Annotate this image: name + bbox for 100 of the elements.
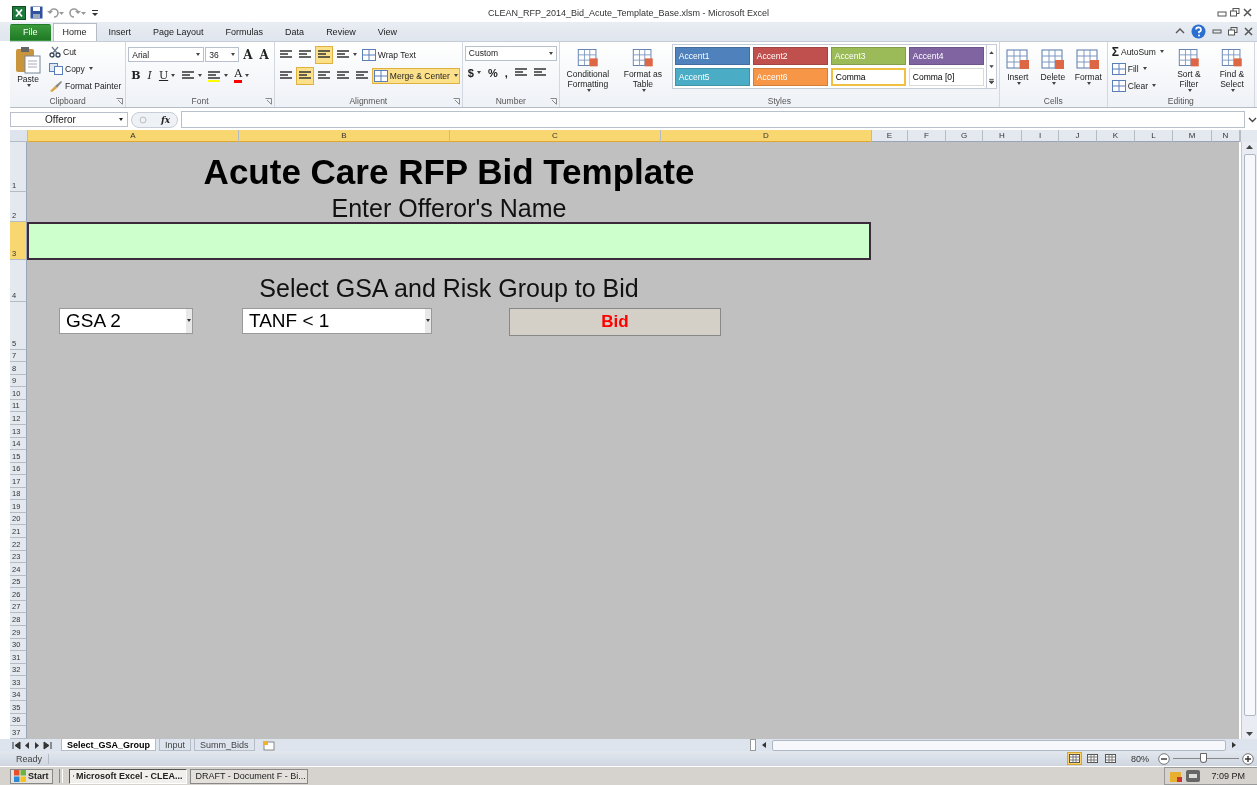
taskbar-item[interactable]: DRAFT - Document F - Bi... (189, 768, 308, 784)
column-header[interactable]: E (872, 129, 908, 142)
save-icon[interactable] (30, 6, 43, 20)
ribbon-tab[interactable]: Page Layout (143, 22, 214, 41)
glyph-button[interactable]: A (240, 45, 256, 64)
column-header[interactable]: N (1212, 129, 1240, 142)
glyph-button[interactable]: A (231, 66, 253, 85)
ribbon-button[interactable]: Insert (1001, 43, 1034, 94)
sheet-tab[interactable]: Input (159, 739, 192, 752)
column-header[interactable]: K (1097, 129, 1135, 142)
column-header[interactable]: I (1022, 129, 1059, 142)
ribbon-tab[interactable]: Home (52, 22, 97, 41)
sheet-tab[interactable]: Select_GSA_Group (61, 739, 157, 752)
ribbon-button[interactable]: Find & Select (1211, 43, 1252, 94)
ribbon-tab[interactable]: Insert (98, 22, 142, 41)
ribbon-button[interactable]: Copy (47, 60, 124, 77)
close-icon[interactable] (1243, 8, 1252, 18)
ribbon-button[interactable]: Sort & Filter (1168, 43, 1209, 94)
ribbon-button[interactable]: Conditional Formatting (561, 43, 614, 94)
cell-style[interactable]: Accent4 (908, 46, 984, 65)
clipboard-icon (15, 45, 41, 74)
column-header[interactable]: A (28, 129, 239, 142)
caret-icon (187, 319, 191, 323)
ribbon-button[interactable]: Wrap Text (359, 46, 418, 63)
slider-thumb[interactable] (1200, 753, 1207, 764)
dialog-launcher-icon[interactable] (452, 97, 460, 105)
column-header[interactable]: C (450, 129, 661, 142)
zoom-in-icon[interactable] (1242, 752, 1254, 765)
formula-input[interactable] (181, 111, 1245, 129)
ribbon-button[interactable]: Format as Table (616, 43, 669, 94)
start-button[interactable]: Start (10, 768, 53, 784)
dropdown[interactable]: GSA 2 (59, 307, 193, 334)
zoom-level-text[interactable]: 80% (1131, 753, 1149, 764)
cell-style[interactable]: Comma (830, 67, 906, 86)
ribbon-button[interactable]: Cut (47, 43, 124, 60)
column-header[interactable]: J (1059, 129, 1097, 142)
ribbon-tab[interactable]: Formulas (215, 22, 274, 41)
view-button[interactable] (1085, 752, 1100, 766)
close-icon[interactable] (1244, 26, 1253, 36)
glyph-button[interactable]: B (128, 66, 144, 85)
dropdown[interactable]: TANF < 1 (242, 307, 432, 334)
combo-box[interactable]: 36 (205, 47, 240, 63)
ribbon-button[interactable]: Merge & Center (371, 67, 460, 84)
cell-style[interactable]: Comma [0] (908, 67, 984, 86)
cell-style[interactable]: Accent2 (752, 46, 828, 65)
tray-app-icon[interactable] (1186, 770, 1200, 782)
glyph-button[interactable]: % (484, 63, 501, 82)
taskbar-item[interactable]: Microsoft Excel - CLEA... (68, 768, 187, 784)
ribbon-tab[interactable]: View (367, 22, 407, 41)
clock: 7:09 PM (1211, 771, 1245, 781)
glyph-button[interactable]: A (256, 45, 272, 64)
last-sheet-icon[interactable] (43, 740, 52, 750)
column-header[interactable]: G (946, 129, 983, 142)
first-sheet-icon[interactable] (12, 740, 21, 750)
view-button[interactable] (1067, 752, 1082, 766)
previous-sheet-icon[interactable] (23, 740, 31, 750)
collapse-ribbon-icon[interactable] (1175, 27, 1185, 36)
next-sheet-icon[interactable] (33, 740, 41, 750)
ribbon-button[interactable]: Delete (1036, 43, 1069, 94)
ribbon-button[interactable]: Clear (1109, 77, 1166, 94)
column-header[interactable]: F (908, 129, 946, 142)
lines-icon (207, 69, 222, 82)
cell-style[interactable]: Accent1 (674, 46, 750, 65)
ribbon-button[interactable]: Format (1071, 43, 1105, 94)
file-tab[interactable]: File (10, 23, 51, 41)
insert-function-button[interactable]: fx (160, 113, 172, 126)
dialog-launcher-icon[interactable] (116, 97, 124, 105)
zoom-out-icon[interactable] (1158, 752, 1170, 765)
help-icon[interactable] (1191, 23, 1206, 39)
column-header[interactable]: D (661, 129, 872, 142)
ribbon-button[interactable]: Σ AutoSum (1109, 43, 1166, 60)
icon-button[interactable] (314, 45, 333, 64)
glyph-button[interactable]: , (501, 63, 511, 82)
column-header[interactable]: L (1135, 129, 1173, 142)
customize-toolbar-icon[interactable] (91, 7, 99, 18)
vertical-scrollbar[interactable] (1241, 141, 1257, 740)
glyph-button[interactable]: U (155, 66, 179, 85)
ribbon-tab[interactable]: Data (275, 22, 315, 41)
zoom-slider[interactable] (1173, 753, 1239, 765)
dialog-launcher-icon[interactable] (264, 97, 272, 105)
view-button[interactable] (1103, 752, 1118, 766)
ribbon-button[interactable]: Format Painter (47, 77, 124, 94)
ribbon-tab[interactable]: Review (316, 22, 366, 41)
ribbon-button[interactable]: Paste (12, 43, 44, 94)
glyph-button[interactable]: I (144, 66, 155, 85)
icon-button[interactable] (295, 66, 314, 85)
column-header[interactable]: B (239, 129, 450, 142)
combo-box[interactable]: Custom (464, 45, 557, 61)
name-box[interactable]: Offeror (10, 112, 128, 128)
column-header[interactable]: M (1173, 129, 1212, 142)
combo-box[interactable]: Arial (128, 47, 205, 63)
sheet-title: Acute Care RFP Bid Template (203, 151, 695, 192)
sheet-tab[interactable]: Summ_Bids (194, 739, 255, 752)
ribbon-button[interactable]: Fill (1109, 60, 1166, 77)
spreadsheet-logo-icon[interactable] (12, 5, 26, 20)
column-header[interactable]: H (983, 129, 1022, 142)
dialog-launcher-icon[interactable] (549, 97, 557, 105)
tray-folder-icon[interactable] (1169, 769, 1183, 783)
glyph-button[interactable]: $ (464, 63, 484, 82)
offeror-name-field[interactable] (27, 221, 871, 260)
